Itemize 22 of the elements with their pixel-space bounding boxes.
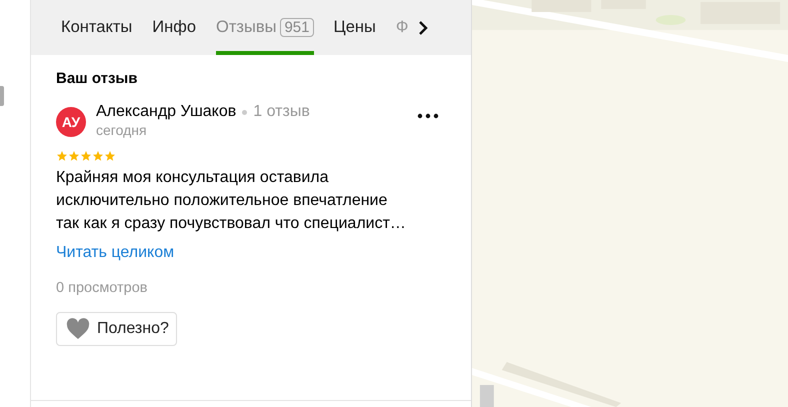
views-count: 0 просмотров	[56, 280, 148, 296]
review-count: 1 отзыв	[253, 103, 310, 121]
star-icon	[80, 150, 92, 162]
star-icon	[92, 150, 104, 162]
helpful-button[interactable]: Полезно?	[56, 312, 177, 346]
review-date: сегодня	[96, 122, 148, 138]
star-icon	[68, 150, 80, 162]
author-name[interactable]: Александр Ушаков	[96, 103, 236, 121]
star-icon	[104, 150, 116, 162]
heart-icon	[65, 318, 91, 340]
more-icon[interactable]	[417, 113, 439, 119]
tab[interactable]: Цены	[334, 0, 376, 55]
count-badge: 951	[280, 18, 314, 37]
section-title: Ваш отзыв	[56, 70, 138, 87]
avatar: АУ	[56, 107, 86, 137]
tab[interactable]: Инфо	[152, 0, 196, 55]
review-text: Крайняя моя консультация оставила исключительно положительное впечатление так как я сразу почувствовал что специалист…	[56, 168, 406, 234]
star-icon	[56, 150, 68, 162]
separator-dot	[242, 110, 248, 114]
read-more-link[interactable]: Читать целиком	[56, 244, 174, 262]
tab[interactable]: Контакты	[61, 0, 132, 55]
chevron-right-icon[interactable]	[418, 20, 428, 34]
